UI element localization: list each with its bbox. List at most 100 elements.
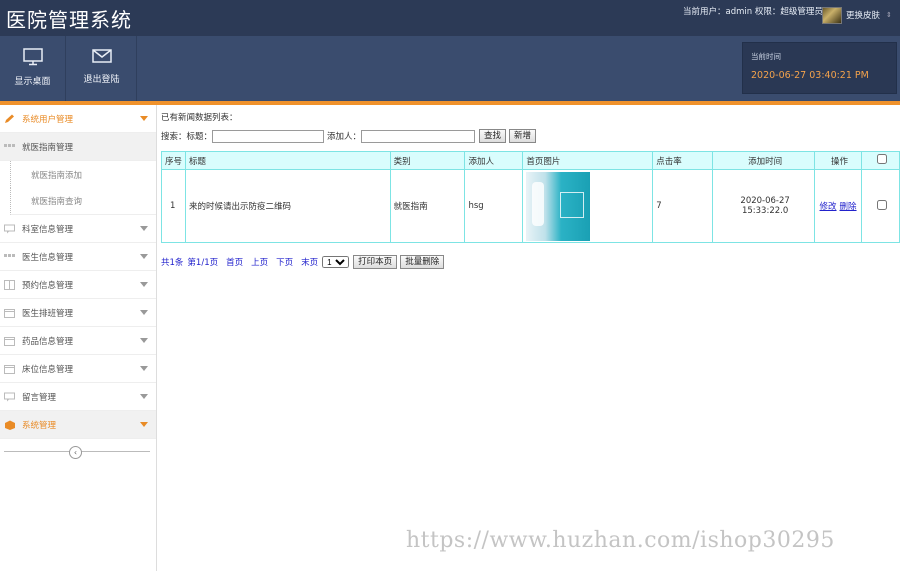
select-all-checkbox[interactable] bbox=[877, 154, 887, 164]
time-value: 2020-06-27 03:40:21 PM bbox=[751, 70, 869, 81]
print-page-button[interactable]: 打印本页 bbox=[353, 255, 398, 269]
sidebar-item-appointments[interactable]: 预约信息管理 bbox=[0, 271, 156, 299]
search-bar: 搜索：标题： 添加人： 查找 新增 bbox=[161, 129, 537, 143]
cell-select bbox=[861, 169, 900, 243]
column-header: 点击率 bbox=[652, 151, 714, 170]
grid-icon bbox=[4, 143, 15, 147]
user-info: 当前用户：admin 权限：超级管理员 bbox=[683, 7, 823, 17]
new-button[interactable]: 新增 bbox=[509, 129, 537, 143]
box-icon bbox=[5, 420, 15, 430]
sidebar-item-departments[interactable]: 科室信息管理 bbox=[0, 215, 156, 243]
pagination: 共1条 第1/1页 首页 上页 下页 末页 1 打印本页 批量删除 bbox=[161, 255, 445, 269]
show-desktop-label: 显示桌面 bbox=[14, 77, 51, 87]
column-header: 添加人 bbox=[464, 151, 524, 170]
chevron-down-icon bbox=[140, 116, 148, 121]
column-header: 序号 bbox=[161, 151, 186, 170]
chevron-down-icon bbox=[140, 282, 148, 287]
row-checkbox[interactable] bbox=[877, 199, 887, 210]
sidebar-item-schedule[interactable]: 医生排班管理 bbox=[0, 299, 156, 327]
column-header: 类别 bbox=[389, 151, 466, 170]
sidebar-item-label: 留言管理 bbox=[22, 392, 57, 403]
adder-search-input[interactable] bbox=[361, 129, 476, 143]
sidebar-item-guide[interactable]: 就医指南管理 bbox=[0, 133, 156, 161]
search-title-label: 搜索：标题： bbox=[161, 132, 213, 142]
sidebar-item-medicine[interactable]: 药品信息管理 bbox=[0, 327, 156, 355]
toolbar: 显示桌面 退出登陆 当前时间 2020-06-27 03:40:21 PM bbox=[0, 36, 900, 101]
change-skin-button[interactable]: 更换皮肤 ⇕ bbox=[822, 5, 896, 25]
calendar-icon bbox=[4, 308, 15, 318]
sidebar-subitem-guide-query[interactable]: 就医指南查询 bbox=[10, 188, 156, 215]
sidebar-item-label: 预约信息管理 bbox=[22, 280, 74, 291]
table-row: 1 来的时候请出示防疫二维码 就医指南 hsg 7 2020-06-27 15:… bbox=[161, 169, 900, 243]
chevron-down-icon bbox=[140, 394, 148, 399]
title-search-input[interactable] bbox=[212, 129, 325, 143]
total-count: 共1条 bbox=[161, 258, 184, 268]
next-page-link[interactable]: 下页 bbox=[276, 256, 293, 268]
cell-title: 来的时候请出示防疫二维码 bbox=[184, 169, 391, 243]
chevron-down-icon: ⇕ bbox=[886, 11, 892, 19]
chevron-down-icon bbox=[140, 226, 148, 231]
sidebar-item-label: 就医指南管理 bbox=[22, 142, 74, 153]
column-header: 操作 bbox=[814, 151, 862, 170]
calendar-icon bbox=[4, 364, 15, 374]
logout-label: 退出登陆 bbox=[83, 75, 120, 85]
page-indicator: 第1/1页 bbox=[187, 258, 219, 268]
sidebar-item-messages[interactable]: 留言管理 bbox=[0, 383, 156, 411]
sidebar-subitem-guide-add[interactable]: 就医指南添加 bbox=[10, 161, 156, 188]
cell-index: 1 bbox=[161, 169, 186, 243]
sidebar-item-system[interactable]: 系统管理 bbox=[0, 411, 156, 439]
cell-image bbox=[522, 169, 654, 243]
column-header: 标题 bbox=[184, 151, 391, 170]
sidebar-item-label: 医生排班管理 bbox=[22, 308, 74, 319]
chevron-down-icon bbox=[140, 310, 148, 315]
mail-icon bbox=[91, 49, 112, 63]
sidebar-item-system-users[interactable]: 系统用户管理 bbox=[0, 105, 156, 133]
chevron-down-icon bbox=[140, 366, 148, 371]
adder-label: 添加人： bbox=[327, 132, 362, 142]
cell-time: 2020-06-27 15:33:22.0 bbox=[712, 169, 816, 243]
app-title: 医院管理系统 bbox=[6, 8, 132, 32]
chevron-down-icon bbox=[140, 422, 148, 427]
cell-adder: hsg bbox=[464, 169, 524, 243]
prev-page-link[interactable]: 上页 bbox=[251, 256, 268, 268]
top-header: 医院管理系统 当前用户：admin 权限：超级管理员 更换皮肤 ⇕ bbox=[0, 0, 900, 36]
chevron-down-icon bbox=[140, 338, 148, 343]
chat-icon bbox=[4, 392, 15, 401]
current-time-panel: 当前时间 2020-06-27 03:40:21 PM bbox=[742, 42, 897, 94]
sidebar-item-beds[interactable]: 床位信息管理 bbox=[0, 355, 156, 383]
grid-icon bbox=[4, 253, 15, 257]
sidebar-item-label: 医生信息管理 bbox=[22, 252, 74, 263]
show-desktop-button[interactable]: 显示桌面 bbox=[0, 36, 66, 101]
batch-delete-button[interactable]: 批量删除 bbox=[400, 255, 445, 269]
column-header: 首页图片 bbox=[522, 151, 654, 170]
skin-label: 更换皮肤 bbox=[846, 11, 881, 21]
cover-image-thumbnail[interactable] bbox=[526, 171, 591, 241]
logout-button[interactable]: 退出登陆 bbox=[67, 36, 137, 101]
table-header-row: 序号 标题 类别 添加人 首页图片 点击率 添加时间 操作 bbox=[161, 151, 900, 170]
chevron-down-icon bbox=[140, 254, 148, 259]
sidebar-item-label: 系统管理 bbox=[22, 420, 57, 431]
last-page-link[interactable]: 末页 bbox=[301, 256, 318, 268]
search-button[interactable]: 查找 bbox=[479, 129, 507, 143]
sidebar-item-doctors[interactable]: 医生信息管理 bbox=[0, 243, 156, 271]
page-select[interactable]: 1 bbox=[322, 256, 350, 268]
book-icon bbox=[4, 279, 15, 290]
cell-category: 就医指南 bbox=[389, 169, 466, 243]
sidebar-item-label: 药品信息管理 bbox=[22, 336, 74, 347]
sidebar-item-label: 床位信息管理 bbox=[22, 364, 74, 375]
monitor-icon bbox=[22, 48, 43, 66]
collapse-sidebar-button[interactable]: ‹ bbox=[69, 446, 82, 459]
edit-link[interactable]: 修改 bbox=[820, 202, 837, 212]
list-caption: 已有新闻数据列表： bbox=[161, 113, 238, 123]
select-all-header bbox=[861, 151, 900, 170]
cell-actions: 修改 删除 bbox=[814, 169, 862, 243]
time-label: 当前时间 bbox=[751, 52, 781, 61]
watermark: https://www.huzhan.com/ishop30295 bbox=[406, 528, 835, 553]
sidebar: 系统用户管理 就医指南管理 就医指南添加 就医指南查询 科室信息管理 医生信息管… bbox=[0, 105, 157, 571]
calendar-icon bbox=[4, 336, 15, 346]
first-page-link[interactable]: 首页 bbox=[226, 256, 243, 268]
skin-thumbnail-icon bbox=[822, 6, 842, 24]
sidebar-item-label: 系统用户管理 bbox=[22, 114, 74, 125]
delete-link[interactable]: 删除 bbox=[840, 202, 857, 212]
news-table: 序号 标题 类别 添加人 首页图片 点击率 添加时间 操作 1 来的时候请出示防… bbox=[161, 151, 900, 243]
